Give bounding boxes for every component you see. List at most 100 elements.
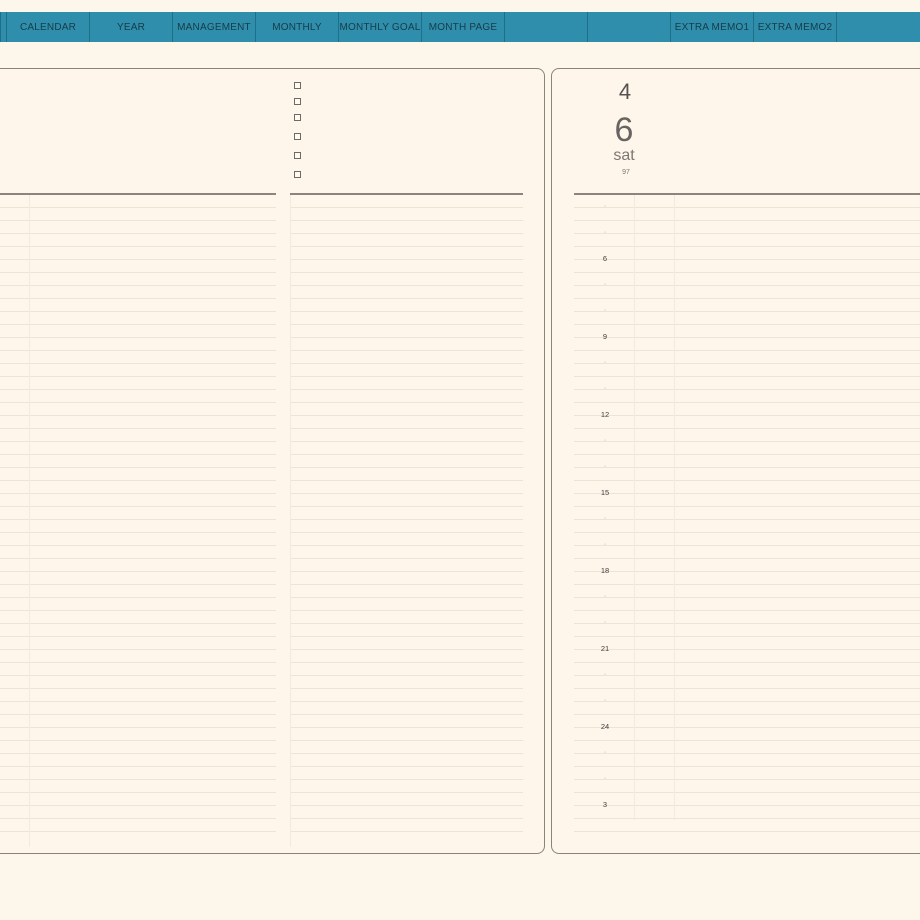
note-line xyxy=(290,792,523,793)
schedule-line xyxy=(574,714,920,715)
schedule-line xyxy=(574,402,920,403)
tab-management[interactable]: MANAGEMENT xyxy=(173,12,256,42)
note-line xyxy=(0,454,276,455)
note-line xyxy=(290,285,523,286)
tab-monthly[interactable]: MONTHLY xyxy=(256,12,339,42)
checklist-checkbox[interactable] xyxy=(294,114,301,121)
hour-tick: · xyxy=(603,229,607,236)
note-line xyxy=(290,454,523,455)
note-line xyxy=(290,727,523,728)
note-line xyxy=(290,376,523,377)
note-line xyxy=(0,727,276,728)
note-line xyxy=(0,701,276,702)
note-line xyxy=(290,675,523,676)
schedule-line xyxy=(574,766,920,767)
note-line xyxy=(0,558,276,559)
tab-empty-7[interactable] xyxy=(588,12,671,42)
tab-calendar[interactable]: CALENDAR xyxy=(7,12,90,42)
schedule-line xyxy=(574,207,920,208)
hour-tick: · xyxy=(603,463,607,470)
note-line xyxy=(0,233,276,234)
schedule-line xyxy=(574,389,920,390)
note-line xyxy=(0,311,276,312)
left-column-margin-line xyxy=(29,195,30,847)
note-line xyxy=(290,415,523,416)
note-line xyxy=(0,584,276,585)
note-line xyxy=(290,259,523,260)
tab-empty-6[interactable] xyxy=(505,12,588,42)
hour-label: 15 xyxy=(600,488,610,497)
note-line xyxy=(290,558,523,559)
note-line xyxy=(0,428,276,429)
schedule-line xyxy=(574,571,920,572)
checklist-checkbox[interactable] xyxy=(294,82,301,89)
checklist-checkbox[interactable] xyxy=(294,171,301,178)
note-line xyxy=(0,402,276,403)
note-line xyxy=(290,597,523,598)
schedule-line xyxy=(574,350,920,351)
note-line xyxy=(290,324,523,325)
schedule-line xyxy=(574,623,920,624)
hour-label: 3 xyxy=(602,800,608,809)
hour-label: 12 xyxy=(600,410,610,419)
note-line xyxy=(290,714,523,715)
note-line xyxy=(0,207,276,208)
schedule-line xyxy=(574,558,920,559)
schedule-line xyxy=(574,376,920,377)
hour-tick: · xyxy=(603,281,607,288)
hour-tick: · xyxy=(603,203,607,210)
middle-column-left-edge xyxy=(290,195,291,847)
note-line xyxy=(290,623,523,624)
schedule-line xyxy=(574,415,920,416)
note-line xyxy=(290,532,523,533)
note-line xyxy=(0,688,276,689)
schedule-line xyxy=(574,324,920,325)
note-line xyxy=(290,805,523,806)
hour-label: 24 xyxy=(600,722,610,731)
hour-tick: · xyxy=(603,593,607,600)
schedule-line xyxy=(574,753,920,754)
note-line xyxy=(290,402,523,403)
checklist-checkbox[interactable] xyxy=(294,98,301,105)
schedule-line xyxy=(574,259,920,260)
schedule-line xyxy=(574,493,920,494)
schedule-line xyxy=(574,662,920,663)
schedule-line xyxy=(574,337,920,338)
schedule-line xyxy=(574,467,920,468)
date-month: 4 xyxy=(618,79,632,104)
hour-tick: · xyxy=(603,775,607,782)
schedule-line xyxy=(574,454,920,455)
note-line xyxy=(290,298,523,299)
note-line xyxy=(290,766,523,767)
note-line xyxy=(290,493,523,494)
tab-year[interactable]: YEAR xyxy=(90,12,173,42)
date-day: 6 xyxy=(614,111,634,149)
hour-tick: · xyxy=(603,541,607,548)
note-line xyxy=(0,389,276,390)
note-line xyxy=(0,376,276,377)
tab-leading-edge[interactable] xyxy=(0,12,7,42)
schedule-line xyxy=(574,610,920,611)
note-line xyxy=(0,779,276,780)
note-line xyxy=(0,766,276,767)
note-line xyxy=(0,415,276,416)
schedule-line xyxy=(574,428,920,429)
note-line xyxy=(0,610,276,611)
note-line xyxy=(290,337,523,338)
tab-monthly-goal[interactable]: MONTHLY GOAL xyxy=(339,12,422,42)
note-line xyxy=(0,714,276,715)
schedule-line xyxy=(574,727,920,728)
schedule-line xyxy=(574,311,920,312)
note-line xyxy=(0,818,276,819)
schedule-line xyxy=(574,532,920,533)
tab-extra-memo1[interactable]: EXTRA MEMO1 xyxy=(671,12,754,42)
note-line xyxy=(0,350,276,351)
checklist-checkbox[interactable] xyxy=(294,133,301,140)
note-line xyxy=(290,441,523,442)
tab-extra-memo2[interactable]: EXTRA MEMO2 xyxy=(754,12,837,42)
schedule-line xyxy=(574,688,920,689)
note-line xyxy=(0,337,276,338)
note-line xyxy=(0,623,276,624)
checklist-checkbox[interactable] xyxy=(294,152,301,159)
tab-month-page[interactable]: MONTH PAGE xyxy=(422,12,505,42)
